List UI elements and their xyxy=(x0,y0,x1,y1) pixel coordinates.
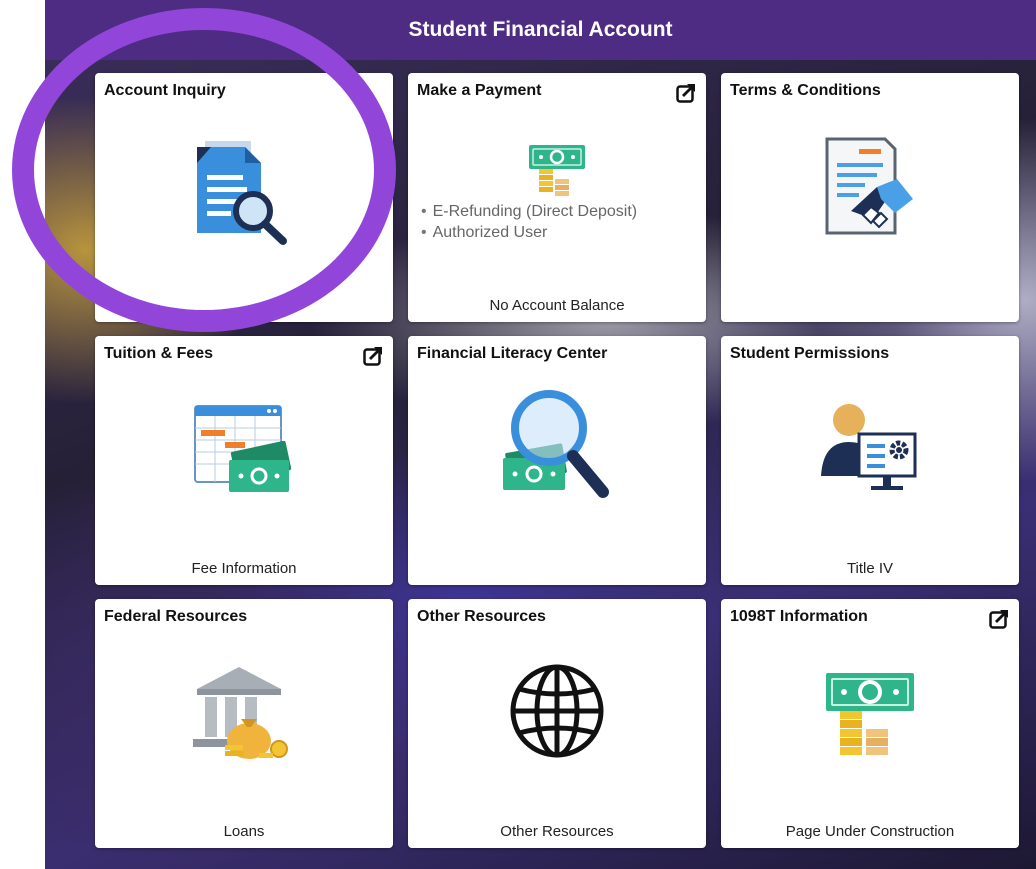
tile-footer: No Account Balance xyxy=(489,297,625,314)
tile-title: Financial Literacy Center xyxy=(417,345,608,362)
tile-footer: Page Under Construction xyxy=(785,823,955,840)
tile-make-payment[interactable]: Make a Payment E-Refunding xyxy=(408,73,706,322)
tile-student-permissions[interactable]: Student Permissions Title IV xyxy=(721,336,1019,585)
tile-footer: Fee Information xyxy=(191,560,297,577)
tile-federal-resources[interactable]: Federal Resources Loans xyxy=(95,599,393,848)
external-link-icon[interactable] xyxy=(988,608,1010,630)
user-monitor-gear-icon xyxy=(721,402,1019,502)
tile-other-resources[interactable]: Other Resources Other Resources xyxy=(408,599,706,848)
tile-1098t-information[interactable]: 1098T Information Page Under Constructio… xyxy=(721,599,1019,848)
bank-moneybag-icon xyxy=(95,663,393,763)
tile-footer: Title IV xyxy=(846,560,894,577)
tile-title: Tuition & Fees xyxy=(104,345,214,362)
tile-title: Student Permissions xyxy=(730,345,890,362)
tile-title: Account Inquiry xyxy=(104,82,226,99)
document-search-icon xyxy=(95,133,393,245)
tile-terms-conditions[interactable]: Terms & Conditions xyxy=(721,73,1019,322)
money-magnifier-icon xyxy=(408,386,706,506)
page-header: Student Financial Account xyxy=(45,0,1036,60)
tile-account-inquiry[interactable]: Account Inquiry xyxy=(95,73,393,322)
tile-title: Make a Payment xyxy=(417,82,542,99)
payment-options-list: E-Refunding (Direct Deposit) Authorized … xyxy=(421,201,638,243)
money-coins-icon xyxy=(408,141,706,197)
list-item[interactable]: E-Refunding (Direct Deposit) xyxy=(421,201,638,222)
page-title: Student Financial Account xyxy=(408,18,673,41)
globe-icon xyxy=(408,661,706,761)
external-link-icon[interactable] xyxy=(675,82,697,104)
tile-title: Federal Resources xyxy=(104,608,248,625)
tile-title: Terms & Conditions xyxy=(730,82,881,99)
external-link-icon[interactable] xyxy=(362,345,384,367)
tile-financial-literacy[interactable]: Financial Literacy Center xyxy=(408,336,706,585)
contract-handshake-icon xyxy=(721,133,1019,245)
tile-footer: Other Resources xyxy=(500,823,614,840)
tile-title: Other Resources xyxy=(417,608,546,625)
list-item[interactable]: Authorized User xyxy=(421,222,637,243)
tile-title: 1098T Information xyxy=(730,608,868,625)
money-coins-icon xyxy=(721,667,1019,757)
calendar-money-icon xyxy=(95,402,393,498)
page-background: Student Financial Account Account Inquir… xyxy=(45,0,1036,869)
tile-tuition-fees[interactable]: Tuition & Fees Fee Information xyxy=(95,336,393,585)
tile-footer: Loans xyxy=(223,823,265,840)
